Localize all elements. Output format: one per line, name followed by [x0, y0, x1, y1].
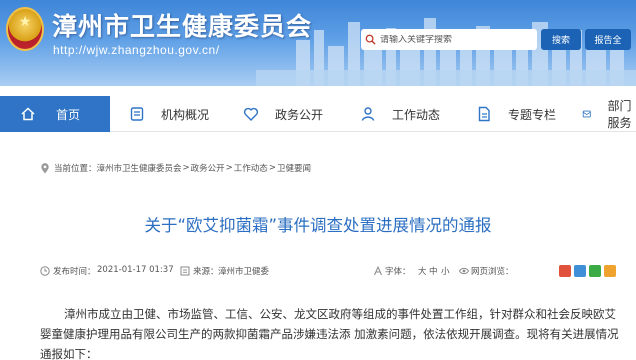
breadcrumb-link-work[interactable]: 工作动态	[234, 162, 268, 174]
breadcrumb-separator: >	[268, 163, 276, 173]
site-title: 漳州市卫生健康委员会	[52, 12, 313, 41]
nav-item-gov[interactable]: 政务公开	[223, 96, 340, 132]
site-url: http://wjw.zhangzhou.gov.cn/	[53, 43, 220, 57]
breadcrumb-link-news[interactable]: 卫健要闻	[277, 162, 311, 174]
article-title: 关于“欧艾抑菌霜”事件调查处置进展情况的通报	[144, 216, 492, 235]
breadcrumb-link-gov[interactable]: 政务公开	[191, 162, 225, 174]
search-icon	[365, 34, 376, 45]
nav-label: 政务公开	[275, 107, 324, 122]
search-box	[361, 29, 537, 50]
main-nav: 首页 机构概况 政务公开 工作动态 专题专栏 部门服务	[0, 96, 636, 132]
national-emblem-logo	[6, 7, 44, 51]
share-more-icon[interactable]	[604, 265, 616, 277]
nav-item-org[interactable]: 机构概况	[110, 96, 223, 132]
home-icon	[21, 107, 35, 121]
location-pin-icon	[41, 162, 49, 174]
nav-label: 机构概况	[161, 107, 210, 122]
breadcrumb-prefix: 当前位置：	[54, 164, 97, 174]
font-large-button[interactable]: 大	[418, 265, 427, 277]
breadcrumb: 当前位置： 漳州市卫生健康委员会 > 政务公开 > 工作动态 > 卫健要闻	[40, 162, 311, 174]
nav-label: 首页	[56, 107, 81, 122]
document-icon	[478, 106, 490, 122]
publish-time-label: 发布时间：	[53, 267, 96, 277]
nav-label: 部门服务	[607, 99, 632, 130]
heart-icon	[243, 107, 259, 121]
breadcrumb-separator: >	[182, 163, 190, 173]
font-small-button[interactable]: 小	[441, 265, 450, 277]
source-label: 来源：	[193, 267, 219, 277]
publish-time: 2021-01-17 01:37	[97, 265, 174, 275]
eye-icon	[459, 267, 469, 275]
font-medium-button[interactable]: 中	[429, 265, 438, 277]
nav-label: 工作动态	[392, 107, 441, 122]
article-paragraph: 漳州市成立由卫健、市场监管、工信、公安、龙文区政府等组成的事件处置工作组，针对群…	[40, 307, 619, 360]
clock-icon	[40, 266, 50, 276]
source-value: 漳州市卫健委	[218, 267, 270, 277]
breadcrumb-separator: >	[225, 163, 233, 173]
nav-item-dept[interactable]: 部门服务	[564, 96, 636, 132]
service-icon	[582, 110, 591, 118]
search-button[interactable]: 搜索	[541, 29, 581, 50]
breadcrumb-link-home[interactable]: 漳州市卫生健康委员会	[97, 162, 182, 174]
nav-item-work[interactable]: 工作动态	[340, 96, 460, 132]
nav-item-special[interactable]: 专题专栏	[460, 96, 564, 132]
share-weibo-icon[interactable]	[559, 265, 571, 277]
org-icon	[130, 107, 144, 121]
share-wechat-icon[interactable]	[589, 265, 601, 277]
nav-item-home[interactable]: 首页	[0, 96, 110, 132]
header-banner: 漳州市卫生健康委员会 http://wjw.zhangzhou.gov.cn/ …	[0, 0, 636, 86]
source-icon	[180, 266, 190, 276]
font-size-label: 字体：	[385, 267, 411, 277]
share-qzone-icon[interactable]	[574, 265, 586, 277]
article-meta: 发布时间： 2021-01-17 01:37 来源： 漳州市卫健委 字体： 大 …	[40, 265, 612, 279]
nav-label: 专题专栏	[508, 107, 557, 122]
people-icon	[361, 107, 375, 121]
search-input[interactable]	[380, 34, 530, 45]
advanced-search-button[interactable]: 报告全	[585, 29, 631, 50]
font-size-icon	[374, 266, 382, 276]
page-views-label: 网页浏览：	[471, 267, 514, 277]
